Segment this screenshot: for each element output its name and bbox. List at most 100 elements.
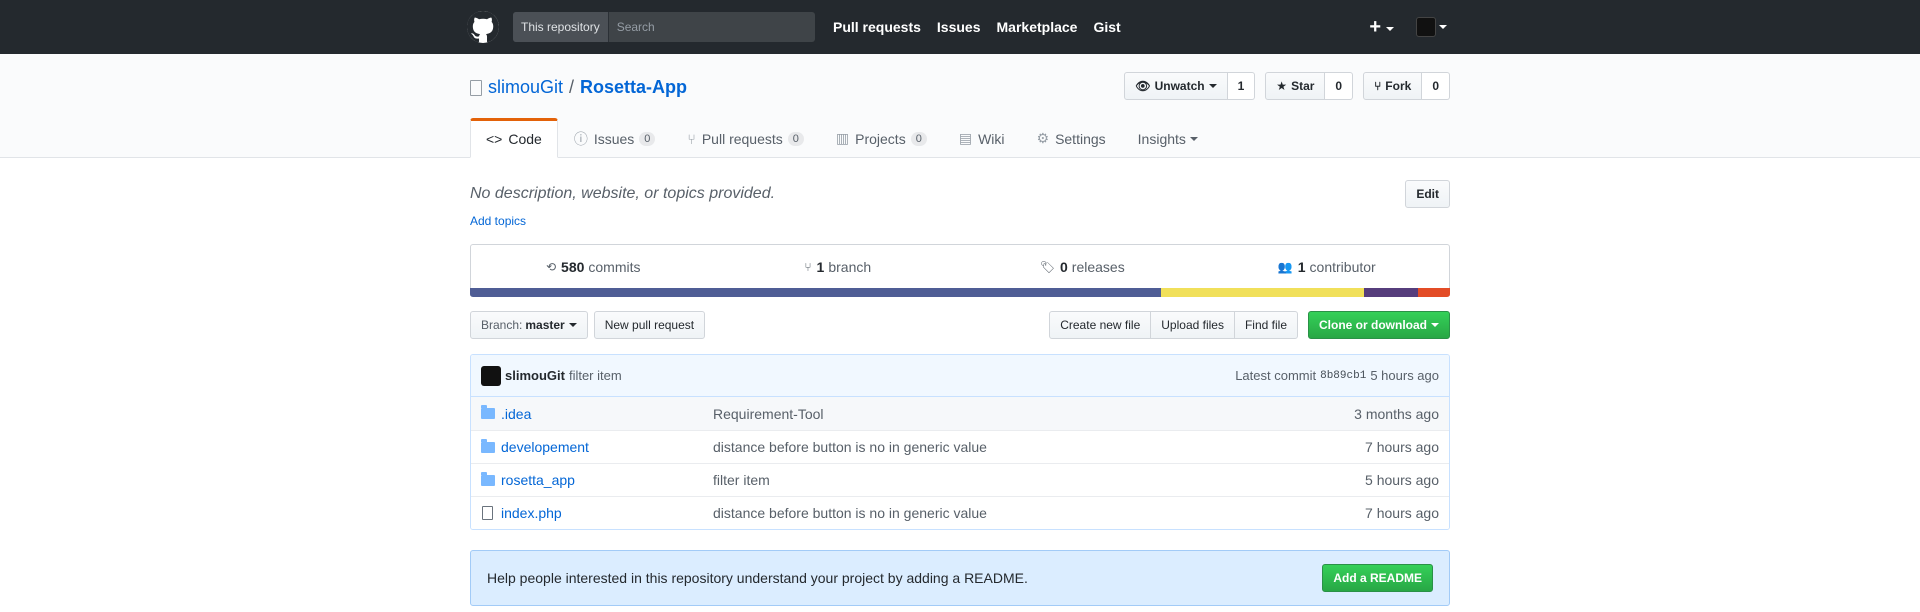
chevron-down-icon (568, 323, 577, 327)
tab-projects[interactable]: ▥ Projects 0 (820, 118, 943, 158)
people-icon: 👥 (1277, 260, 1293, 274)
watch-count[interactable]: 1 (1227, 72, 1256, 100)
tab-issues[interactable]: ⓘ Issues 0 (558, 118, 672, 158)
language-bar[interactable] (470, 288, 1450, 297)
search-box: This repository (513, 12, 815, 42)
file-name-link[interactable]: rosetta_app (501, 472, 713, 488)
github-logo-icon[interactable] (467, 11, 499, 43)
repo-name-link[interactable]: Rosetta-App (580, 77, 687, 98)
fork-count[interactable]: 0 (1422, 72, 1450, 100)
star-button[interactable]: ★ Star (1265, 72, 1326, 100)
search-scope-label: This repository (513, 12, 609, 42)
tab-label: Insights (1137, 130, 1186, 147)
tag-icon: 🏷 (1039, 260, 1055, 274)
new-pull-request-button[interactable]: New pull request (593, 311, 706, 339)
search-input[interactable] (608, 12, 815, 42)
star-count[interactable]: 0 (1325, 72, 1354, 100)
tab-label: Projects (855, 130, 906, 147)
file-row: .idea Requirement-Tool 3 months ago (471, 397, 1449, 430)
file-table: slimouGit filter item Latest commit 8b89… (470, 354, 1450, 530)
top-header: This repository Pull requests Issues Mar… (0, 0, 1920, 54)
tab-label: Settings (1055, 130, 1106, 147)
tab-label: Issues (593, 130, 635, 147)
find-file-button[interactable]: Find file (1233, 311, 1298, 339)
history-icon: ⟲ (545, 260, 557, 274)
create-new-file-button[interactable]: Create new file (1049, 311, 1152, 339)
user-avatar[interactable] (1416, 17, 1436, 37)
tab-label: Wiki (978, 130, 1005, 147)
repo-title: slimouGit / Rosetta-App (470, 77, 687, 98)
star-icon: ★ (1276, 79, 1288, 93)
branch-select-button[interactable]: Branch: master (470, 311, 588, 339)
branch-icon: ⑂ (804, 260, 812, 274)
nav-issues[interactable]: Issues (937, 19, 981, 35)
file-name-link[interactable]: index.php (501, 505, 713, 521)
chevron-down-icon[interactable] (1439, 25, 1447, 29)
repo-book-icon (470, 79, 482, 96)
top-nav: Pull requests Issues Marketplace Gist (833, 19, 1137, 35)
branch-prefix: Branch: (481, 318, 523, 332)
language-segment (1417, 288, 1450, 297)
file-commit-message[interactable]: distance before button is no in generic … (713, 505, 1365, 521)
repo-tabs: <> Code ⓘ Issues 0 ⑂ Pull requests 0 ▥ Project… (470, 118, 1214, 158)
tab-insights[interactable]: Insights (1122, 118, 1214, 158)
repo-owner-link[interactable]: slimouGit (488, 77, 563, 98)
edit-button[interactable]: Edit (1405, 180, 1450, 208)
nav-pull-requests[interactable]: Pull requests (833, 19, 921, 35)
add-topics-link[interactable]: Add topics (470, 214, 526, 228)
file-commit-message[interactable]: Requirement-Tool (713, 406, 1354, 422)
folder-icon (481, 471, 495, 486)
contributors-label: contributor (1309, 259, 1376, 275)
code-icon: <> (486, 131, 503, 147)
tab-settings[interactable]: ⚙ Settings (1021, 118, 1122, 158)
language-segment (1160, 288, 1364, 297)
tab-code[interactable]: <> Code (470, 118, 558, 158)
commits-count: 580 (561, 259, 585, 275)
tab-counter: 0 (787, 131, 804, 146)
language-segment (470, 288, 1161, 297)
upload-files-button[interactable]: Upload files (1150, 311, 1235, 339)
issue-icon: ⓘ (573, 130, 588, 147)
chevron-down-icon (1189, 136, 1198, 141)
unwatch-label: Unwatch (1154, 79, 1205, 93)
tab-wiki[interactable]: ▤ Wiki (943, 118, 1021, 158)
plus-icon: + (1369, 15, 1381, 38)
create-new-menu[interactable]: + (1369, 16, 1394, 39)
file-name-link[interactable]: developement (501, 439, 713, 455)
tab-counter: 0 (910, 131, 927, 146)
repo-description: No description, website, or topics provi… (470, 185, 776, 202)
file-name-link[interactable]: .idea (501, 406, 713, 422)
file-age: 5 hours ago (1365, 472, 1439, 488)
chevron-down-icon (1431, 323, 1439, 327)
latest-commit-label: Latest commit (1235, 368, 1317, 383)
commit-message[interactable]: filter item (569, 368, 622, 383)
file-age: 3 months ago (1354, 405, 1439, 422)
readme-prompt-text: Help people interested in this repositor… (487, 570, 1028, 586)
tab-pull-requests[interactable]: ⑂ Pull requests 0 (671, 118, 819, 158)
clone-label: Clone or download (1319, 318, 1427, 332)
file-age: 7 hours ago (1365, 505, 1439, 521)
tab-counter: 0 (639, 131, 656, 146)
file-commit-message[interactable]: distance before button is no in generic … (713, 439, 1365, 455)
commit-sha[interactable]: 8b89cb1 (1320, 370, 1366, 382)
releases-label: releases (1071, 259, 1125, 275)
chevron-down-icon (1208, 84, 1217, 88)
folder-icon (481, 438, 495, 453)
tab-label: Code (508, 131, 542, 147)
repo-actions: 👁 Unwatch 1 ★ Star 0 ⑂ Fork 0 (1114, 72, 1450, 100)
file-commit-message[interactable]: filter item (713, 472, 1365, 488)
fork-button[interactable]: ⑂ Fork (1363, 72, 1423, 100)
add-readme-button[interactable]: Add a README (1322, 564, 1433, 592)
commit-author-avatar[interactable] (481, 365, 501, 386)
clone-download-button[interactable]: Clone or download (1308, 311, 1450, 339)
gear-icon: ⚙ (1036, 130, 1050, 146)
commit-author[interactable]: slimouGit (505, 368, 565, 383)
project-icon: ▥ (835, 130, 850, 146)
file-actions: Create new file Upload files Find file (1049, 311, 1298, 339)
file-age: 7 hours ago (1365, 439, 1439, 455)
nav-marketplace[interactable]: Marketplace (997, 19, 1078, 35)
branch-count: 1 (816, 259, 825, 275)
readme-prompt: Help people interested in this repositor… (470, 550, 1450, 606)
nav-gist[interactable]: Gist (1093, 19, 1120, 35)
unwatch-button[interactable]: 👁 Unwatch (1124, 72, 1228, 100)
